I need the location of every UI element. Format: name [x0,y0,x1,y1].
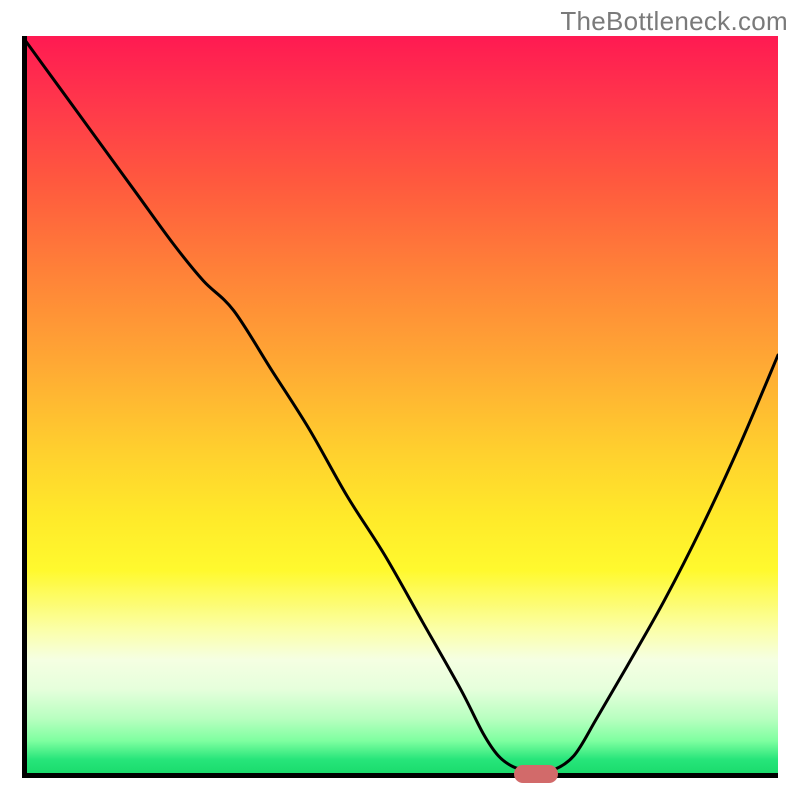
watermark-text: TheBottleneck.com [560,6,788,37]
y-axis [22,36,27,778]
plot-area [22,36,778,778]
bottleneck-curve [22,36,778,772]
chart-container: TheBottleneck.com [0,0,800,800]
x-axis [22,773,778,778]
optimal-point-marker [514,765,558,783]
curve-svg [22,36,778,778]
